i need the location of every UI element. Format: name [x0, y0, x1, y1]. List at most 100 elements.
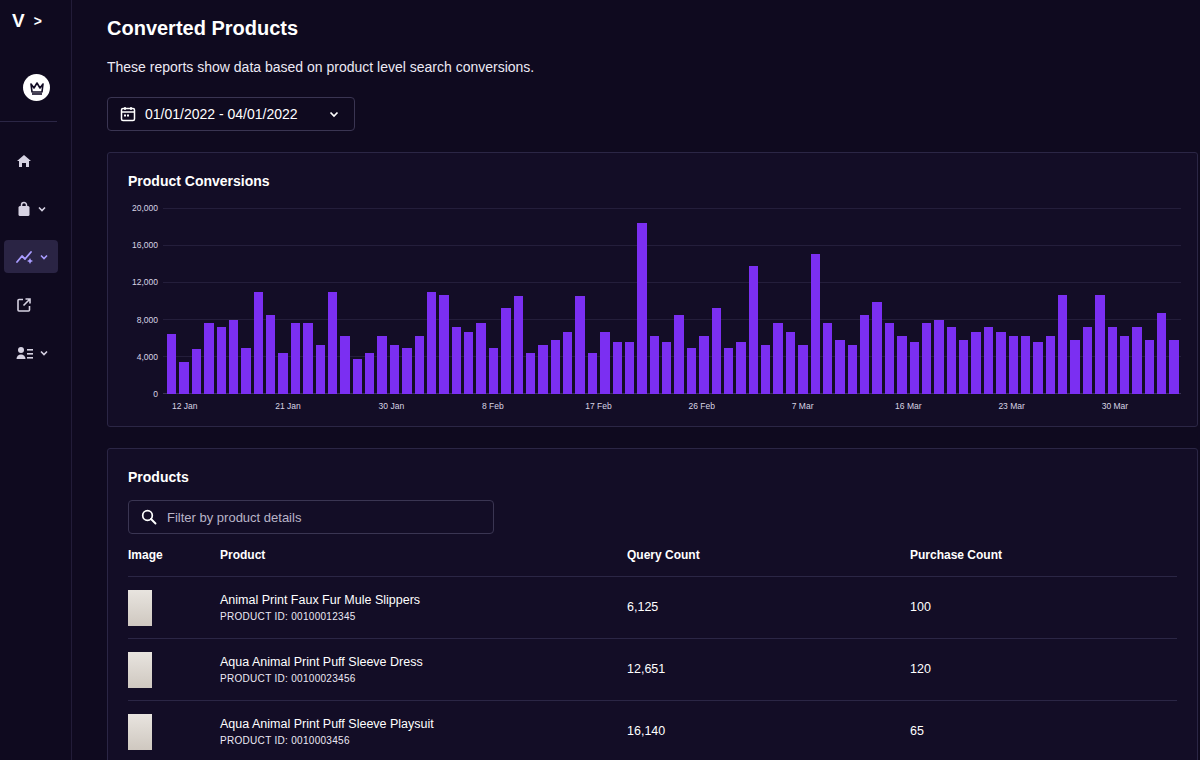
column-header[interactable]: Purchase Count [910, 548, 1177, 563]
chart-bar[interactable] [526, 353, 535, 394]
chart-bar[interactable] [736, 342, 745, 394]
chart-bar[interactable] [377, 336, 386, 394]
chart-bar[interactable] [365, 353, 374, 394]
chart-bar[interactable] [984, 327, 993, 394]
chart-bar[interactable] [501, 308, 510, 394]
chart-bar[interactable] [996, 332, 1005, 394]
chart-bar[interactable] [687, 348, 696, 394]
chart-bar[interactable] [1083, 327, 1092, 394]
chart-bar[interactable] [674, 315, 683, 394]
chart-bar[interactable] [860, 315, 869, 394]
chart-bar[interactable] [303, 323, 312, 394]
chart-bar[interactable] [637, 223, 646, 394]
chart-bar[interactable] [625, 342, 634, 394]
chart-bar[interactable] [266, 315, 275, 394]
chart-bar[interactable] [848, 345, 857, 394]
chart-bar[interactable] [575, 296, 584, 394]
chart-bar[interactable] [1120, 336, 1129, 394]
chart-bar[interactable] [241, 348, 250, 394]
chart-bar[interactable] [1157, 313, 1166, 394]
column-header[interactable]: Query Count [627, 548, 910, 563]
chart-bar[interactable] [402, 348, 411, 394]
chart-bar[interactable] [724, 348, 733, 394]
chart-bar[interactable] [452, 327, 461, 394]
chart-bar[interactable] [835, 340, 844, 394]
chart-bar[interactable] [773, 323, 782, 394]
column-header[interactable]: Product [220, 548, 627, 563]
chart-bar[interactable] [798, 345, 807, 394]
sidebar-item[interactable] [4, 192, 58, 225]
table-row[interactable]: Aqua Animal Print Puff Sleeve DressPRODU… [128, 639, 1177, 701]
chart-bar[interactable] [699, 336, 708, 394]
chart-bar[interactable] [489, 348, 498, 394]
calendar-icon [120, 106, 136, 122]
chart-bar[interactable] [476, 323, 485, 394]
chart-bar[interactable] [650, 336, 659, 394]
chart-bar[interactable] [254, 292, 263, 394]
chart-bar[interactable] [922, 323, 931, 394]
chart-bar[interactable] [971, 332, 980, 394]
chart-bar[interactable] [551, 340, 560, 394]
chart-bar[interactable] [1169, 340, 1178, 394]
sidebar-item[interactable] [4, 144, 58, 177]
chart-bar[interactable] [316, 345, 325, 394]
brand-logo[interactable]: V [12, 10, 25, 32]
column-header[interactable]: Image [128, 548, 220, 563]
sidebar-item[interactable] [4, 336, 58, 369]
chart-bar[interactable] [947, 327, 956, 394]
chart-bar[interactable] [427, 292, 436, 394]
chart-bar[interactable] [217, 327, 226, 394]
table-row[interactable]: Aqua Animal Print Puff Sleeve PlaysuitPR… [128, 701, 1177, 760]
chart-bar[interactable] [167, 334, 176, 394]
chart-bar[interactable] [229, 320, 238, 394]
chart-bar[interactable] [823, 323, 832, 394]
chart-bar[interactable] [1095, 295, 1104, 394]
chart-bar[interactable] [588, 353, 597, 394]
chart-bar[interactable] [514, 296, 523, 394]
chart-bar[interactable] [872, 302, 881, 394]
chart-bar[interactable] [390, 345, 399, 394]
chart-bar[interactable] [328, 292, 337, 394]
chart-bar[interactable] [538, 345, 547, 394]
chart-bar[interactable] [910, 342, 919, 394]
sidebar-item[interactable] [4, 288, 58, 321]
date-range-picker[interactable]: 01/01/2022 - 04/01/2022 [107, 97, 355, 131]
sidebar-toggle[interactable]: > [34, 10, 42, 32]
chart-bar[interactable] [749, 266, 758, 394]
chart-bar[interactable] [885, 323, 894, 394]
chart-bar[interactable] [353, 359, 362, 394]
chart-bar[interactable] [934, 320, 943, 394]
chart-bar[interactable] [600, 332, 609, 394]
chart-bar[interactable] [897, 336, 906, 394]
chart-bar[interactable] [811, 254, 820, 394]
chart-bar[interactable] [1145, 340, 1154, 394]
chart-bar[interactable] [291, 323, 300, 394]
chart-bar[interactable] [1108, 327, 1117, 394]
chart-bar[interactable] [179, 362, 188, 394]
table-row[interactable]: Animal Print Faux Fur Mule SlippersPRODU… [128, 577, 1177, 639]
chart-bar[interactable] [278, 353, 287, 394]
search-input[interactable] [167, 510, 483, 525]
chart-bar[interactable] [1132, 327, 1141, 394]
chart-bar[interactable] [712, 308, 721, 394]
chart-bar[interactable] [1033, 342, 1042, 394]
chart-bar[interactable] [959, 340, 968, 394]
chart-bar[interactable] [204, 323, 213, 394]
chart-bar[interactable] [1058, 295, 1067, 394]
chart-bar[interactable] [1021, 336, 1030, 394]
sidebar-item[interactable] [4, 240, 58, 273]
chart-bar[interactable] [786, 332, 795, 394]
chart-bar[interactable] [192, 349, 201, 394]
chart-bar[interactable] [415, 336, 424, 394]
chart-bar[interactable] [613, 342, 622, 394]
chart-bar[interactable] [662, 342, 671, 394]
chart-bar[interactable] [1070, 340, 1079, 394]
account-logo[interactable] [23, 74, 50, 101]
chart-bar[interactable] [340, 336, 349, 394]
chart-bar[interactable] [464, 332, 473, 394]
chart-bar[interactable] [1009, 336, 1018, 394]
chart-bar[interactable] [1046, 336, 1055, 394]
chart-bar[interactable] [761, 345, 770, 394]
chart-bar[interactable] [439, 295, 448, 394]
chart-bar[interactable] [563, 332, 572, 394]
